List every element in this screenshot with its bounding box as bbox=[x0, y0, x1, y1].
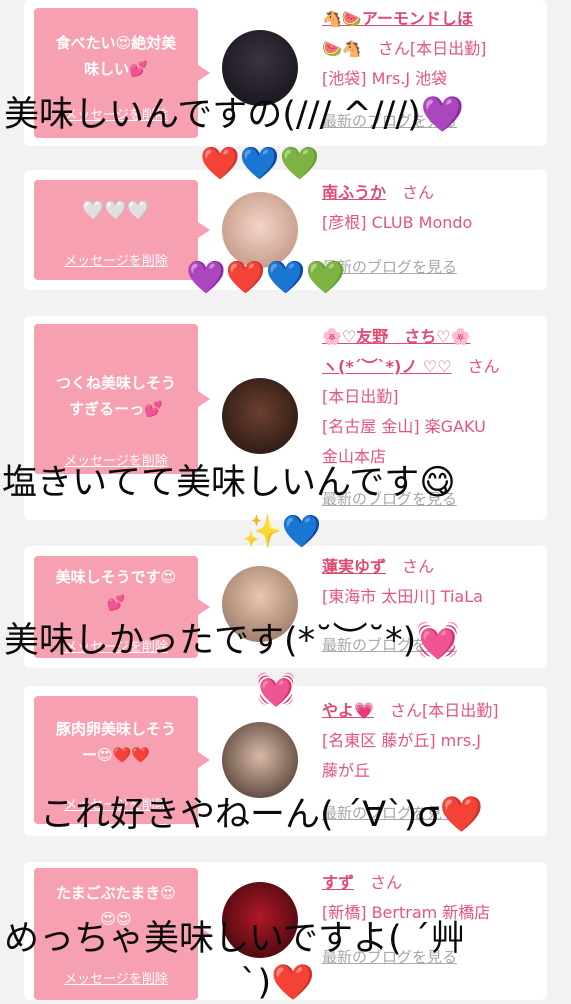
message-text: ー😍❤️❤️ bbox=[82, 746, 150, 764]
caption-text: 美味しかったです(*˘︶˘*)💓 bbox=[4, 621, 460, 661]
shop-name: 藤が丘 bbox=[322, 761, 371, 780]
girl-status: 🍉🐴 さん[本日出勤] bbox=[322, 39, 487, 58]
shop-name: [彦根] CLUB Mondo bbox=[322, 213, 473, 232]
delete-message-link[interactable]: メッセージを削除 bbox=[34, 250, 198, 269]
message-text: 美味しそうです😍 bbox=[55, 568, 177, 586]
honorific: さん[本日出勤] bbox=[389, 701, 499, 720]
message-text: 豚肉卵美味しそう bbox=[55, 720, 176, 738]
shop-name: [名東区 藤が丘] mrs.J bbox=[322, 731, 481, 750]
girl-name-link[interactable]: やよ💗 bbox=[322, 701, 374, 720]
message-text: 🤍🤍🤍 bbox=[82, 200, 150, 221]
message-text: 味しい💕 bbox=[84, 60, 148, 78]
caption-text: `)❤️ bbox=[240, 963, 315, 1003]
caption-emoji: 💜❤️💙💚 bbox=[186, 258, 346, 296]
girl-name-link[interactable]: 🐴🍉アーモンドしほ bbox=[322, 9, 473, 28]
shop-name: [名古屋 金山] 楽GAKU bbox=[322, 417, 486, 436]
girl-name-link[interactable]: 🌸♡友野 さち♡🌸 bbox=[322, 327, 471, 346]
shop-name: [東海市 太田川] TiaLa bbox=[322, 587, 483, 606]
message-text: すぎるーっ💕 bbox=[69, 400, 163, 418]
girl-name-link[interactable]: ヽ(*´︶`*)ノ ♡♡ bbox=[322, 357, 452, 376]
honorific: さん bbox=[370, 873, 403, 892]
honorific: さん bbox=[467, 357, 500, 376]
delete-message-link[interactable]: メッセージを削除 bbox=[34, 968, 198, 987]
avatar[interactable] bbox=[222, 722, 298, 798]
message-text: 💕 bbox=[106, 594, 126, 612]
message-text: 食べたい😍絶対美 bbox=[55, 34, 177, 52]
girl-name-link[interactable]: 南ふうか bbox=[322, 183, 386, 202]
message-bubble: つくね美味しそう すぎるーっ💕 メッセージを削除 bbox=[34, 324, 210, 474]
caption-emoji: ❤️💙💚 bbox=[200, 144, 320, 182]
message-text: たまごぶたまき😍 bbox=[56, 884, 176, 902]
message-text: つくね美味しそう bbox=[55, 374, 176, 392]
shop-name: [池袋] Mrs.J 池袋 bbox=[322, 69, 448, 88]
avatar[interactable] bbox=[222, 378, 298, 454]
caption-text: めっちゃ美味しいですよ( ´艸 bbox=[4, 919, 466, 959]
girl-status: [本日出勤] bbox=[322, 387, 399, 406]
honorific: さん bbox=[402, 557, 435, 576]
message-bubble: 🤍🤍🤍 メッセージを削除 bbox=[34, 180, 210, 280]
caption-text: 塩きいてて美味しいんです😋 bbox=[2, 463, 456, 503]
girl-name-link[interactable]: 蓮実ゆず bbox=[322, 557, 386, 576]
caption-emoji: 💓 bbox=[256, 670, 296, 708]
caption-text: 美味しいんですの(/// ^///)💜 bbox=[4, 95, 465, 135]
girl-name-link[interactable]: すず bbox=[322, 873, 354, 892]
caption-emoji: ✨💙 bbox=[242, 512, 322, 550]
honorific: さん bbox=[402, 183, 435, 202]
caption-text: これ好きやねーん( ´∀`)σ❤️ bbox=[40, 795, 484, 835]
